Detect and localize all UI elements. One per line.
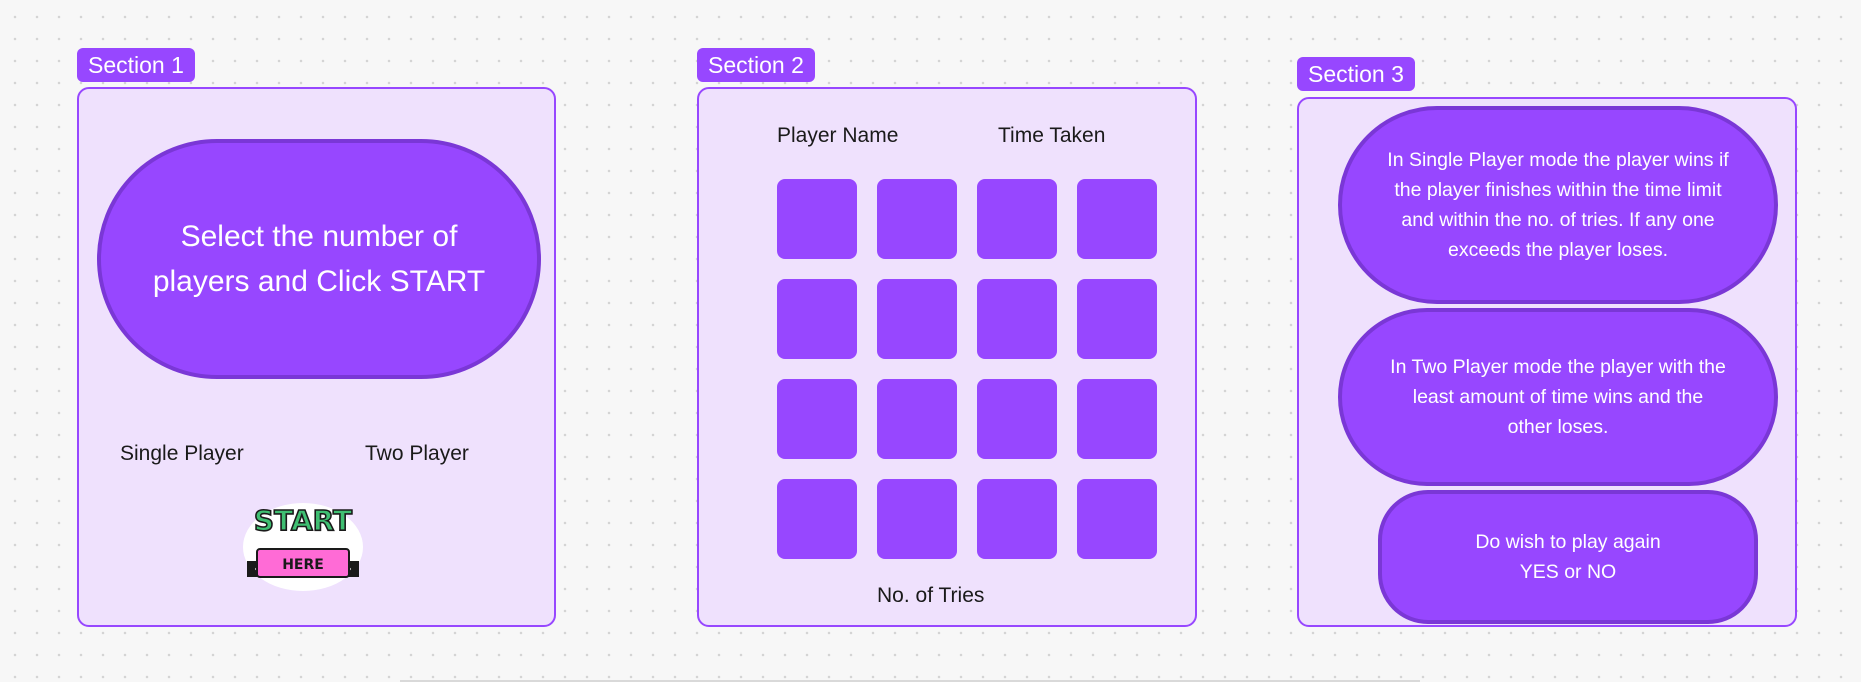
single-player-option[interactable]: Single Player [120,443,244,464]
memory-card[interactable] [977,379,1057,459]
two-player-option[interactable]: Two Player [365,443,469,464]
tries-label: No. of Tries [877,584,985,607]
memory-card[interactable] [877,179,957,259]
two-rule-line-2: least amount of time wins and the [1412,386,1704,408]
memory-card[interactable] [1077,379,1157,459]
memory-card[interactable] [977,279,1057,359]
section-2-frame: Player Name Time Taken No. of Tries [697,87,1197,627]
section-3-frame: In Single Player mode the player wins if… [1297,97,1797,627]
memory-card[interactable] [777,379,857,459]
single-rule-line-1: In Single Player mode the player wins if [1387,149,1729,171]
section-1-frame: Select the number of players and Click S… [77,87,556,627]
section-3-tag[interactable]: Section 3 [1297,57,1415,91]
memory-card[interactable] [777,479,857,559]
start-sticker-ribbon: HERE [282,557,324,573]
play-again-line-1: Do wish to play again [1475,531,1661,553]
single-rule-line-2: the player finishes within the time limi… [1394,179,1722,201]
time-taken-label: Time Taken [998,124,1106,147]
single-rule-line-4: exceeds the player loses. [1447,239,1669,261]
card-grid [777,179,1157,559]
single-player-rule-pill: In Single Player mode the player wins if… [1338,106,1778,304]
start-here-sticker[interactable]: START HERE [241,499,365,595]
instruction-pill: Select the number of players and Click S… [97,139,541,379]
instruction-line-1: Select the number of [180,220,458,253]
memory-card[interactable] [877,479,957,559]
single-rule-line-3: and within the no. of tries. If any one [1401,209,1715,231]
two-rule-line-3: other loses. [1507,416,1609,438]
two-player-rule-pill: In Two Player mode the player with the l… [1338,308,1778,486]
play-again-pill[interactable]: Do wish to play again YES or NO [1378,490,1758,624]
instruction-line-2: players and Click START [152,265,486,298]
section-1-tag[interactable]: Section 1 [77,48,195,82]
section-2-tag[interactable]: Section 2 [697,48,815,82]
memory-card[interactable] [977,479,1057,559]
start-sticker-word: START [254,504,352,537]
memory-card[interactable] [977,179,1057,259]
memory-card[interactable] [877,279,957,359]
memory-card[interactable] [1077,179,1157,259]
memory-card[interactable] [777,279,857,359]
memory-card[interactable] [877,379,957,459]
two-rule-line-1: In Two Player mode the player with the [1390,356,1726,378]
start-sticker-graphic: START HERE [243,503,363,591]
memory-card[interactable] [1077,479,1157,559]
memory-card[interactable] [777,179,857,259]
play-again-line-2: YES or NO [1519,561,1617,583]
memory-card[interactable] [1077,279,1157,359]
player-name-label: Player Name [777,124,899,147]
